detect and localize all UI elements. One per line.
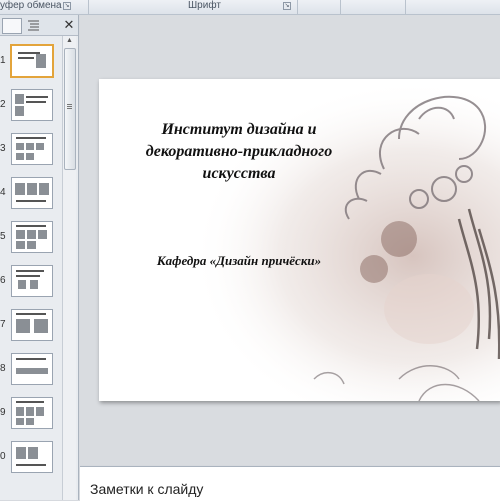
slide-thumbnail[interactable] (11, 397, 53, 429)
ribbon-separator (297, 0, 298, 14)
current-slide[interactable]: Институт дизайна и декоративно-прикладно… (99, 79, 500, 401)
slide-number: 8 (0, 363, 6, 374)
ribbon-separator (340, 0, 341, 14)
slide-number: 7 (0, 319, 6, 330)
slide-thumbnail[interactable] (11, 441, 53, 473)
panel-tabs: ✕ (0, 15, 78, 36)
slide-title[interactable]: Институт дизайна и декоративно-прикладно… (129, 119, 349, 185)
slide-thumbnail-row[interactable]: 2 (0, 89, 62, 123)
ribbon-separator (88, 0, 89, 14)
slide-number: 9 (0, 407, 6, 418)
slide-thumbnail[interactable] (11, 133, 53, 165)
font-group-label: Шрифт (188, 0, 221, 11)
slide-thumbnail[interactable] (11, 265, 53, 297)
slide-number: 6 (0, 275, 6, 286)
slide-thumbnail-row[interactable]: 8 (0, 353, 62, 387)
slide-thumbnail-row[interactable]: 6 (0, 265, 62, 299)
slide-thumbnail-row[interactable]: 7 (0, 309, 62, 343)
slide-thumbnail[interactable] (11, 89, 53, 121)
outline-icon (28, 20, 39, 31)
scrollbar-thumb[interactable] (64, 48, 76, 170)
slide-number: 2 (0, 99, 6, 110)
ribbon-group-bar: уфер обмена ↘ Шрифт ↘ (0, 0, 500, 15)
slide-editing-area: Институт дизайна и декоративно-прикладно… (80, 15, 500, 465)
slide-thumbnail[interactable] (11, 353, 53, 385)
slide-thumbnail-row[interactable]: 5 (0, 221, 62, 255)
slide-number: 5 (0, 231, 6, 242)
slide-subtitle[interactable]: Кафедра «Дизайн причёски» (129, 253, 349, 269)
slide-number: 1 (0, 55, 6, 66)
slide-thumbnail[interactable] (11, 309, 53, 341)
slide-thumbnail-row[interactable]: 3 (0, 133, 62, 167)
slide-thumbnail[interactable] (11, 177, 53, 209)
slide-number: 4 (0, 187, 6, 198)
notes-pane[interactable]: Заметки к слайду (80, 466, 500, 501)
slide-number: 0 (0, 451, 6, 462)
slide-thumbnail[interactable] (10, 44, 54, 78)
clipboard-dialog-launcher-icon[interactable]: ↘ (63, 2, 71, 10)
slide-number: 3 (0, 143, 6, 154)
slide-thumbnail-row[interactable]: 0 (0, 441, 62, 475)
slide-thumbnail-row[interactable]: 1 (0, 44, 62, 79)
slides-panel: ✕ 1 2 3 4 5 6 7 8 9 0 ▲ (0, 15, 79, 500)
tab-slides[interactable] (2, 18, 22, 34)
slide-thumbnail-row[interactable]: 4 (0, 177, 62, 211)
thumbnails-scrollbar[interactable]: ▲ (62, 36, 76, 500)
scroll-up-icon[interactable]: ▲ (65, 37, 74, 45)
slide-thumbnail-row[interactable]: 9 (0, 397, 62, 431)
ribbon-separator (405, 0, 406, 14)
font-dialog-launcher-icon[interactable]: ↘ (283, 2, 291, 10)
clipboard-group-label: уфер обмена (0, 0, 62, 11)
slide-thumbnail[interactable] (11, 221, 53, 253)
notes-placeholder[interactable]: Заметки к слайду (90, 481, 203, 497)
tab-outline[interactable] (24, 18, 42, 32)
close-panel-icon[interactable]: ✕ (62, 18, 76, 32)
